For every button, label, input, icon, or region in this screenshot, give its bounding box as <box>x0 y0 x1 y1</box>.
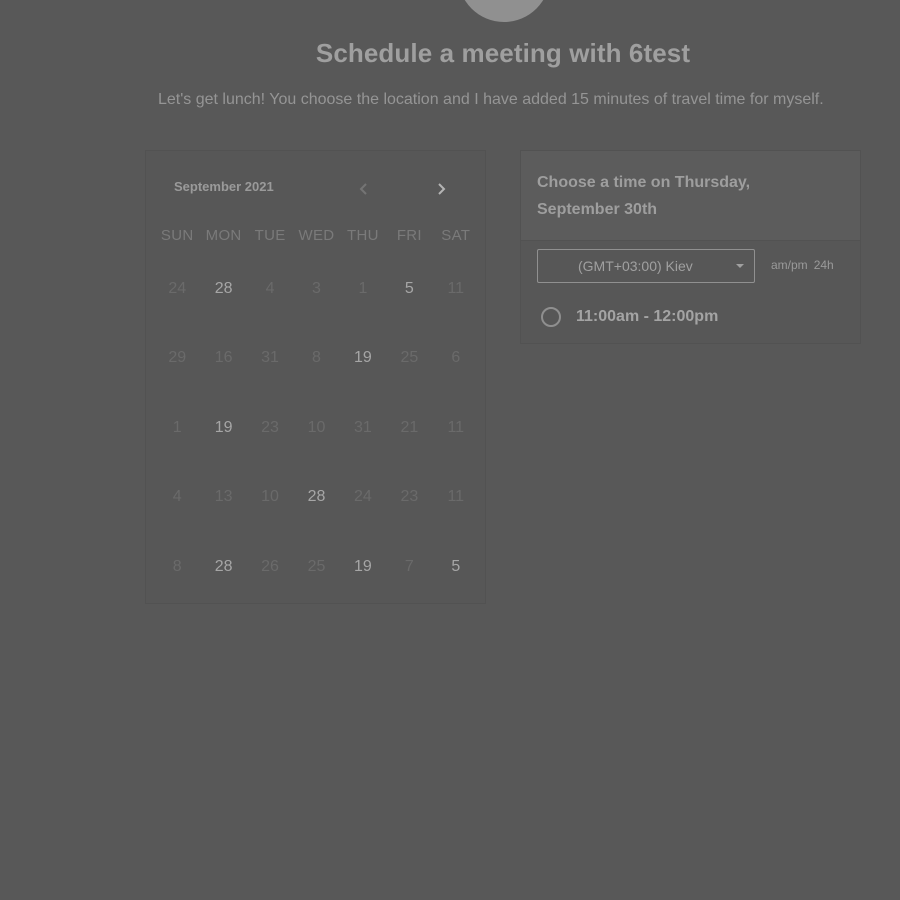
calendar-day-unavailable: 31 <box>354 418 372 436</box>
calendar-day-unavailable: 1 <box>358 279 368 297</box>
calendar-day-unavailable: 11 <box>447 279 465 297</box>
time-format-toggle: am/pm 24h <box>771 258 834 272</box>
scheduling-page: Schedule a meeting with 6test Let's get … <box>0 0 900 900</box>
calendar: September 2021 SUN MON TUE WED THU FRI SAT 24 2… <box>145 150 486 604</box>
calendar-day-grid: 24 28 4 3 1 5 11 29 16 31 8 19 25 6 1 19 23 10 31 21 11 4 13 10… <box>154 254 479 602</box>
calendar-day-available[interactable]: 5 <box>386 254 432 324</box>
calendar-day-available[interactable]: 19 <box>340 532 386 602</box>
weekday-label: TUE <box>254 227 286 244</box>
calendar-day-unavailable: 23 <box>261 418 279 436</box>
calendar-day-unavailable: 8 <box>312 349 321 367</box>
timezone-value: (GMT+03:00) Kiev <box>578 258 693 274</box>
weekday-label: WED <box>298 227 335 244</box>
format-24h-option[interactable]: 24h <box>814 258 834 272</box>
weekday-label: SUN <box>160 227 194 244</box>
calendar-day-unavailable: 25 <box>400 349 419 367</box>
calendar-day-unavailable: 26 <box>261 557 279 575</box>
calendar-day-unavailable: 8 <box>172 557 182 575</box>
page-title: Schedule a meeting with 6test <box>315 38 691 68</box>
calendar-day-unavailable: 4 <box>172 488 182 506</box>
weekday-label: SAT <box>441 227 471 244</box>
caret-down-icon <box>736 264 744 268</box>
calendar-day-available[interactable]: 28 <box>200 532 246 602</box>
calendar-day-available[interactable]: 28 <box>200 254 246 324</box>
calendar-day-available[interactable]: 19 <box>200 393 246 463</box>
calendar-day-unavailable: 3 <box>312 279 321 297</box>
calendar-day-unavailable: 10 <box>261 488 279 506</box>
time-panel-heading: Choose a time on Thursday, September 30t… <box>537 174 751 218</box>
calendar-day-unavailable: 23 <box>400 488 419 506</box>
calendar-day-available[interactable]: 5 <box>433 532 479 602</box>
calendar-day-unavailable: 21 <box>400 418 419 436</box>
next-month-button[interactable] <box>431 177 451 201</box>
calendar-month-label: September 2021 <box>174 179 274 194</box>
format-ampm-option[interactable]: am/pm <box>771 258 808 272</box>
weekday-header-row: SUN MON TUE WED THU FRI SAT <box>154 227 479 247</box>
calendar-day-unavailable: 16 <box>214 349 233 367</box>
calendar-day-unavailable: 13 <box>214 488 233 506</box>
time-selection-panel: Choose a time on Thursday, September 30t… <box>520 150 861 344</box>
previous-month-button[interactable] <box>354 177 374 201</box>
calendar-day-unavailable: 11 <box>447 488 465 506</box>
weekday-label: FRI <box>396 227 422 244</box>
calendar-day-unavailable: 4 <box>265 279 275 297</box>
calendar-day-available[interactable]: 28 <box>293 463 339 533</box>
calendar-day-unavailable: 29 <box>168 349 187 367</box>
calendar-day-unavailable: 24 <box>168 279 187 297</box>
weekday-label: THU <box>347 227 379 244</box>
calendar-day-unavailable: 11 <box>447 418 465 436</box>
radio-button[interactable] <box>541 307 561 327</box>
avatar <box>458 0 550 22</box>
weekday-label: MON <box>205 227 242 244</box>
calendar-day-unavailable: 6 <box>451 349 461 367</box>
time-slot-label: 11:00am - 12:00pm <box>576 308 719 325</box>
timezone-select[interactable]: (GMT+03:00) Kiev <box>537 249 755 283</box>
calendar-day-available[interactable]: 19 <box>340 324 386 394</box>
calendar-day-unavailable: 24 <box>354 488 372 506</box>
calendar-day-unavailable: 10 <box>307 418 326 436</box>
time-slot-option[interactable]: 11:00am - 12:00pm <box>541 303 718 331</box>
time-panel-header: Choose a time on Thursday, September 30t… <box>521 151 860 241</box>
chevron-right-icon <box>438 183 446 195</box>
calendar-day-unavailable: 7 <box>404 557 414 575</box>
chevron-left-icon <box>359 183 367 195</box>
calendar-day-unavailable: 1 <box>172 418 182 436</box>
meeting-description: Let's get lunch! You choose the location… <box>158 91 824 108</box>
calendar-day-unavailable: 25 <box>307 557 326 575</box>
calendar-day-unavailable: 31 <box>261 349 279 367</box>
